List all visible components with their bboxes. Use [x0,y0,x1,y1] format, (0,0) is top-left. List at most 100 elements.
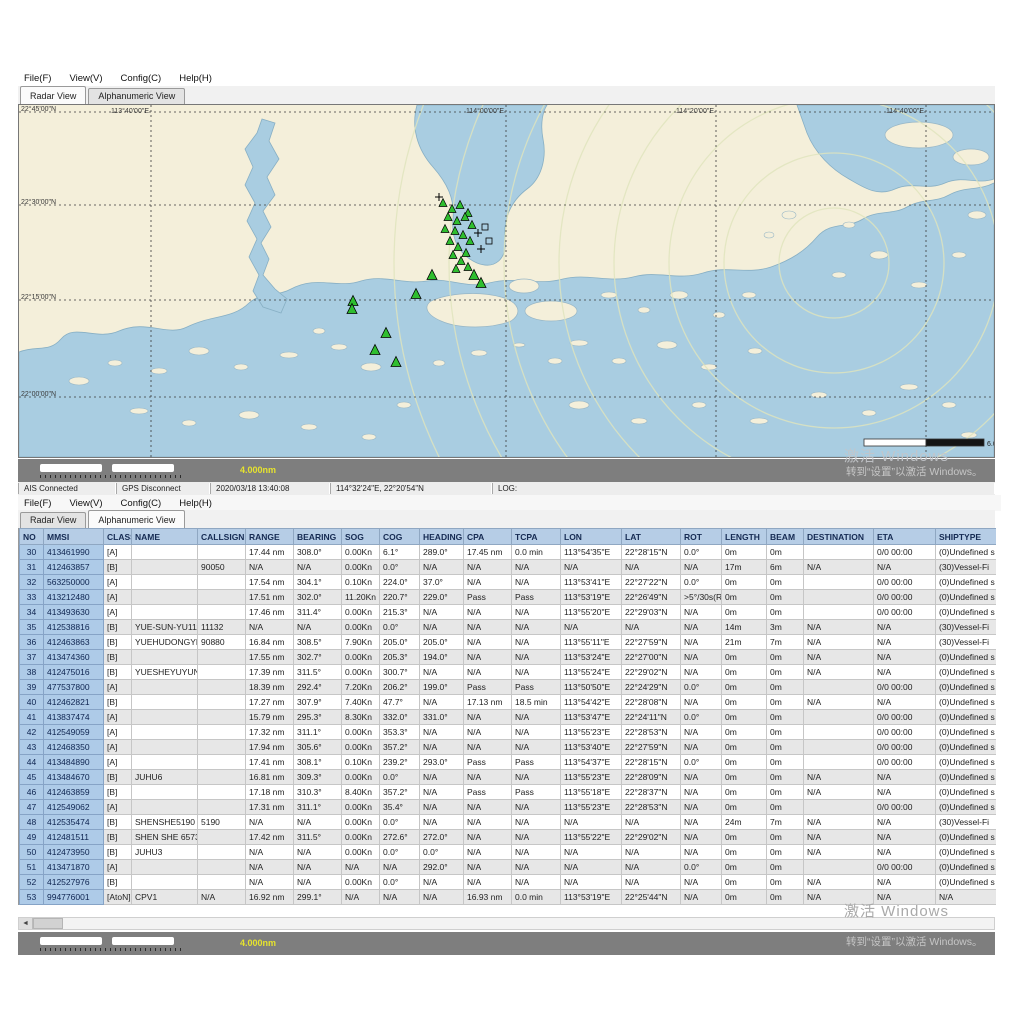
table-row[interactable]: 42 412549059 [A] 17.32 nm 311.1° 0.00Kn 353.3°… [19,724,996,740]
cell-range: 17.18 nm [245,784,294,800]
table-row[interactable]: 40 412462821 [B] 17.27 nm 307.9° 7.40Kn 47.7° N… [19,694,996,710]
table-row[interactable]: 50 412473950 [B] JUHU3 N/A N/A 0.00Kn 0.0° 0.0° N… [19,844,996,860]
cell-cpa: N/A [463,739,512,755]
cell-range: N/A [245,814,294,830]
map-canvas[interactable]: 22°45'00"N 22°30'00"N 22°15'00"N 22°00'00"N… [19,105,994,457]
col-header-destination[interactable]: DESTINATION [803,528,874,545]
col-header-beam[interactable]: BEAM [766,528,804,545]
cell-heading: 292.0° [419,859,464,875]
table-row[interactable]: 51 413471870 [A] N/A N/A N/A N/A 292.0° N/A N/A N/… [19,859,996,875]
table-row[interactable]: 33 413212480 [A] 17.51 nm 302.0° 11.20Kn 220.7… [19,589,996,605]
cell-cog: 220.7° [379,589,420,605]
cell-tcpa: 0.0 min [511,889,561,905]
col-header-cog[interactable]: COG [379,528,420,545]
cell-length: 0m [721,874,767,890]
table-row[interactable]: 45 413484670 [B] JUHU6 16.81 nm 309.3° 0.00Kn 0… [19,769,996,785]
table-row[interactable]: 37 413474360 [B] 17.55 nm 302.7° 0.00Kn 205.3°… [19,649,996,665]
col-header-heading[interactable]: HEADING [419,528,464,545]
cell-tcpa: N/A [511,799,561,815]
table-row[interactable]: 48 412535474 [B] SHENSHE5190 5190 N/A N/A 0.00K… [19,814,996,830]
menu-help[interactable]: Help(H) [179,73,212,84]
col-header-range[interactable]: RANGE [245,528,294,545]
scroll-left-arrow-icon[interactable]: ◄ [19,918,33,929]
small-island [637,306,651,314]
table-row[interactable]: 47 412549062 [A] 17.31 nm 311.1° 0.00Kn 35.4° N… [19,799,996,815]
cell-name [131,859,198,875]
cell-heading: N/A [419,889,464,905]
menu-config[interactable]: Config(C) [121,498,162,509]
cell-rot: 0.0° [680,859,722,875]
slider-handle-right[interactable] [112,464,174,472]
cell-no: 45 [19,769,44,785]
col-header-mmsi[interactable]: MMSI [43,528,104,545]
table-row[interactable]: 32 563250000 [A] 17.54 nm 304.1° 0.10Kn 224.0°… [19,574,996,590]
cell-heading: 205.0° [419,634,464,650]
col-header-tcpa[interactable]: TCPA [511,528,561,545]
menu-file[interactable]: File(F) [24,73,51,84]
table-row[interactable]: 49 412481511 [B] SHEN SHE 6573 17.42 nm 311.5… [19,829,996,845]
tab-alphanumeric-view[interactable]: Alphanumeric View [88,88,186,104]
cell-destination: N/A [803,844,874,860]
slider-handle-left[interactable] [40,937,102,945]
cell-length: 14m [721,619,767,635]
col-header-lon[interactable]: LON [560,528,622,545]
table-row[interactable]: 38 412475016 [B] YUESHEYUYUN 17.39 nm 311.5° 0… [19,664,996,680]
small-island [569,339,589,347]
menu-help[interactable]: Help(H) [179,498,212,509]
menu-view[interactable]: View(V) [69,498,102,509]
table-row[interactable]: 41 413837474 [A] 15.79 nm 295.3° 8.30Kn 332.0°… [19,709,996,725]
cell-name [131,694,198,710]
scrollbar-thumb[interactable] [33,918,63,929]
cell-eta: 0/0 00:00 [873,709,936,725]
cell-sog: 7.90Kn [341,634,380,650]
table-row[interactable]: 44 413484890 [A] 17.41 nm 308.1° 0.10Kn 239.2°… [19,754,996,770]
table-row[interactable]: 34 413493630 [A] 17.46 nm 311.4° 0.00Kn 215.3°… [19,604,996,620]
cell-lon: 113°53'41"E [560,574,622,590]
col-header-shiptype[interactable]: SHIPTYPE [935,528,996,545]
cell-name [131,559,198,575]
table-row[interactable]: 52 412527976 [B] N/A N/A 0.00Kn 0.0° N/A N/A N/A N… [19,874,996,890]
cell-bearing: 311.1° [293,724,342,740]
col-header-cpa[interactable]: CPA [463,528,512,545]
col-header-rot[interactable]: ROT [680,528,722,545]
cell-name: YUESHEYUYUN [131,664,198,680]
table-row[interactable]: 35 412538816 [B] YUE-SUN-YU111 11132 N/A N/A 0.… [19,619,996,635]
radar-map[interactable]: 22°45'00"N 22°30'00"N 22°15'00"N 22°00'00"N… [18,104,995,458]
tab-alphanumeric-view[interactable]: Alphanumeric View [88,510,186,529]
cell-cog: 206.2° [379,679,420,695]
table-row[interactable]: 36 412463863 [B] YUEHUDONGYL 90880 16.84 nm 30… [19,634,996,650]
cell-eta: N/A [873,874,936,890]
cell-callsign [197,574,246,590]
menu-file[interactable]: File(F) [24,498,51,509]
table-row[interactable]: 46 412463859 [B] 17.18 nm 310.3° 8.40Kn 357.2°… [19,784,996,800]
cell-bearing: 302.7° [293,649,342,665]
range-slider[interactable] [40,463,182,478]
table-row[interactable]: 39 477537800 [A] 18.39 nm 292.4° 7.20Kn 206.2°… [19,679,996,695]
col-header-length[interactable]: LENGTH [721,528,767,545]
table-row[interactable]: 43 412468350 [A] 17.94 nm 305.6° 0.00Kn 357.2°… [19,739,996,755]
slider-handle-left[interactable] [40,464,102,472]
cell-destination [803,544,874,560]
cell-mmsi: 412549062 [43,799,104,815]
menu-config[interactable]: Config(C) [121,73,162,84]
tab-radar-view[interactable]: Radar View [20,512,87,528]
col-header-lat[interactable]: LAT [621,528,681,545]
menu-view[interactable]: View(V) [69,73,102,84]
col-header-no[interactable]: NO [19,528,44,545]
col-header-callsign[interactable]: CALLSIGN [197,528,246,545]
col-header-sog[interactable]: SOG [341,528,380,545]
table-row[interactable]: 31 412463857 [B] 90050 N/A N/A 0.00Kn 0.0° N/A N/… [19,559,996,575]
cell-callsign [197,694,246,710]
cell-cpa: N/A [463,829,512,845]
cell-no: 30 [19,544,44,560]
col-header-class[interactable]: CLASS [103,528,132,545]
tab-radar-view[interactable]: Radar View [20,86,87,105]
col-header-eta[interactable]: ETA [873,528,936,545]
table-row[interactable]: 30 413461990 [A] 17.44 nm 308.0° 0.00Kn 6.1° 28… [19,544,996,560]
cell-callsign: 11132 [197,619,246,635]
range-slider[interactable] [40,936,182,951]
col-header-name[interactable]: NAME [131,528,198,545]
slider-handle-right[interactable] [112,937,174,945]
cell-eta: 0/0 00:00 [873,604,936,620]
col-header-bearing[interactable]: BEARING [293,528,342,545]
